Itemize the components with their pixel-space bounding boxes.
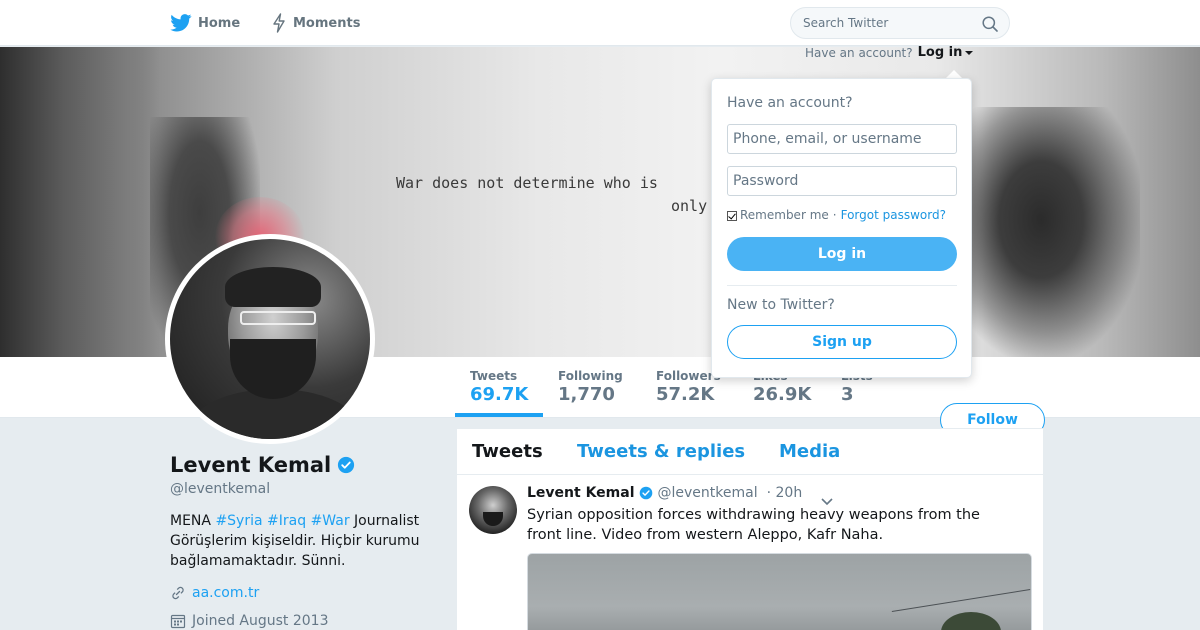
timeline: Tweets Tweets & replies Media Levent Kem… [456,428,1044,630]
bio-hashtag[interactable]: #War [311,513,350,529]
avatar-beard-shape [230,339,316,399]
avatar-hair-shape [225,267,321,307]
profile-joined-text: Joined August 2013 [192,613,329,629]
profile-avatar[interactable] [165,234,375,444]
tweet-header: Levent Kemal @leventkemal · 20h [527,485,802,501]
search-box [790,7,1010,39]
remember-row: Remember me · Forgot password? [727,208,946,222]
bio-hashtag[interactable]: #Syria [215,513,262,529]
stat-tweets[interactable]: Tweets 69.7K [470,369,528,405]
banner-wall-shape [0,47,160,357]
link-icon [172,586,184,600]
tweet-media[interactable] [527,553,1032,630]
twitter-bird-icon [170,14,192,32]
stat-value: 3 [841,384,854,405]
stat-following[interactable]: Following 1,770 [558,369,623,405]
profile-name[interactable]: Levent Kemal [170,453,331,477]
search-icon[interactable] [982,16,998,36]
forgot-password-link[interactable]: Forgot password? [841,208,946,222]
login-dropdown-title: Have an account? [727,95,853,111]
tweet-avatar[interactable] [469,486,517,534]
avatar-photo [170,239,370,439]
dropdown-arrow [946,70,962,78]
nav-home-label: Home [198,15,241,31]
timeline-tabs: Tweets Tweets & replies Media [457,429,1043,475]
verified-badge-icon [337,456,355,474]
remember-separator: · [832,208,837,222]
tweet-item[interactable]: Levent Kemal @leventkemal · 20h Syrian o… [457,475,1043,630]
profile-bio: MENA #Syria #Iraq #War Journalist Görüşl… [170,511,440,571]
tab-tweets[interactable]: Tweets [472,441,543,462]
profile-joined: Joined August 2013 [170,613,328,629]
dropdown-divider [727,285,957,286]
tweet-author-handle[interactable]: @leventkemal [658,485,758,501]
bio-hashtag[interactable]: #Iraq [267,513,306,529]
profile-name-row: Levent Kemal [170,453,355,477]
login-dropdown: Have an account? Remember me · Forgot pa… [711,78,972,378]
lightning-icon [273,13,285,33]
tweet-avatar-beard-shape [483,512,503,526]
nav-home[interactable]: Home [170,12,240,34]
stat-label: Tweets [470,369,518,383]
stat-value: 26.9K [753,384,812,405]
new-to-twitter-text: New to Twitter? [727,297,835,313]
tab-media[interactable]: Media [779,441,840,462]
avatar-glasses-shape [240,311,316,325]
account-prompt: Have an account? [805,45,913,60]
top-nav: Home Moments [0,0,1200,46]
caret-down-icon [965,50,974,55]
nav-moments-label: Moments [293,15,361,31]
signup-button[interactable]: Sign up [727,325,957,359]
banner-quote-line1: War does not determine who is [396,174,658,192]
bio-prefix: MENA [170,513,216,529]
banner-soldier-right [960,107,1140,357]
account-line: Have an account? Log in [805,45,974,60]
calendar-icon [170,614,186,629]
password-field[interactable] [727,166,957,196]
login-link[interactable]: Log in [918,45,963,60]
stat-label: Following [558,369,623,383]
media-wire-shape [891,589,1031,612]
active-stat-underline [455,413,543,417]
remember-label[interactable]: Remember me [740,208,829,222]
tweet-author-name[interactable]: Levent Kemal [527,485,635,501]
verified-badge-icon [639,486,653,500]
stat-value: 1,770 [558,384,615,405]
remember-checkbox[interactable] [727,211,737,221]
login-button[interactable]: Log in [727,237,957,271]
stat-value: 69.7K [470,384,529,405]
profile-website: aa.com.tr [170,585,259,601]
tweet-text: Syrian opposition forces withdrawing hea… [527,507,980,543]
username-field[interactable] [727,124,957,154]
banner-quote-line2: only [671,197,708,215]
search-input[interactable] [803,16,973,30]
media-tree-shape [941,612,1001,630]
profile-website-link[interactable]: aa.com.tr [192,585,259,601]
tweet-time[interactable]: · 20h [767,485,803,501]
nav-moments[interactable]: Moments [271,12,360,34]
profile-handle[interactable]: @leventkemal [170,481,270,497]
tab-tweets-replies[interactable]: Tweets & replies [577,441,745,462]
stat-value: 57.2K [656,384,715,405]
